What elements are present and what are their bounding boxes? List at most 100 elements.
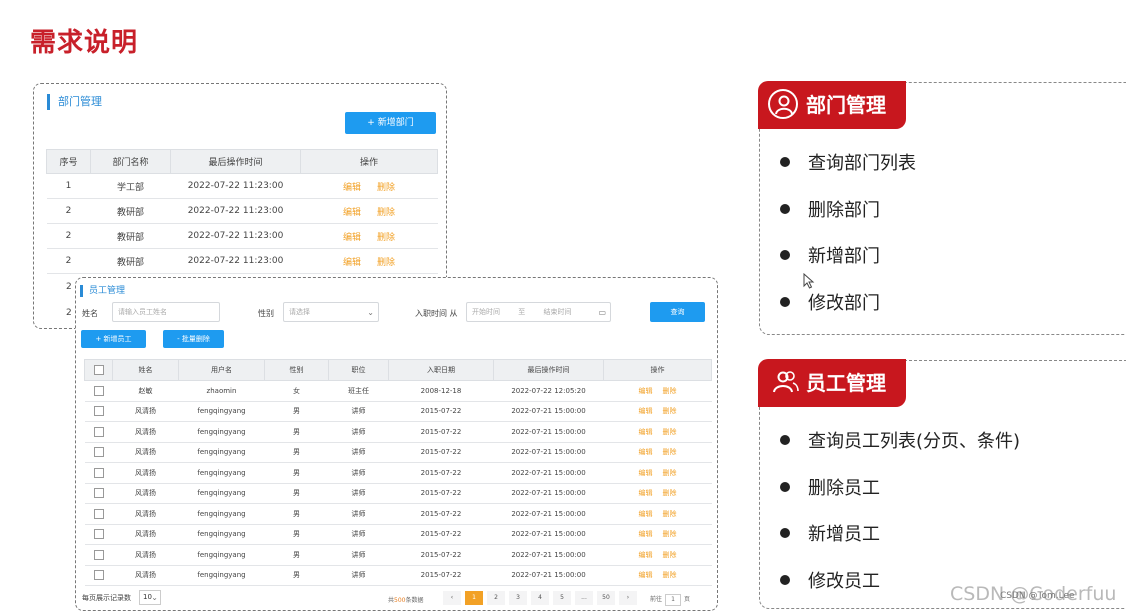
edit-link[interactable]: 编辑 [639, 469, 653, 477]
page-button[interactable]: 1 [465, 591, 483, 605]
chevron-down-icon: ⌄ [151, 593, 158, 602]
delete-link[interactable]: 删除 [663, 571, 677, 579]
edit-link[interactable]: 编辑 [639, 489, 653, 497]
edit-link[interactable]: 编辑 [639, 510, 653, 518]
page-button[interactable]: 3 [509, 591, 527, 605]
edit-link[interactable]: 编辑 [639, 407, 653, 415]
dept-no: 2 [46, 198, 91, 224]
edit-link[interactable]: 编辑 [343, 208, 361, 218]
emp-position: 班主任 [328, 380, 389, 402]
row-checkbox[interactable] [93, 488, 104, 499]
emp-position: 讲师 [328, 442, 389, 463]
emp-gender: 女 [264, 380, 329, 402]
edit-link[interactable]: 编辑 [343, 233, 361, 243]
table-row: 风清扬 fengqingyang 男讲师 2015-07-22 2022-07-21 1… [84, 544, 712, 566]
edit-link[interactable]: 编辑 [639, 571, 653, 579]
list-item: 查询员工列表(分页、条件) [780, 427, 1020, 474]
entry-date-range-input[interactable]: 开始时间 至 结束时间 ▭ [466, 302, 611, 322]
row-checkbox[interactable] [93, 426, 104, 437]
page-button[interactable]: ‹ [443, 591, 461, 605]
emp-position: 讲师 [328, 544, 389, 566]
emp-name: 风清扬 [112, 462, 179, 484]
dept-time: 2022-07-22 11:23:00 [170, 198, 301, 224]
emp-position: 讲师 [328, 401, 389, 422]
delete-link[interactable]: 删除 [663, 407, 677, 415]
total-count: 共500条数据 [388, 595, 423, 604]
edit-link[interactable]: 编辑 [343, 183, 361, 193]
delete-link[interactable]: 删除 [663, 469, 677, 477]
row-select [84, 462, 113, 484]
page-button[interactable]: 2 [487, 591, 505, 605]
table-row: 风清扬 fengqingyang 男讲师 2015-07-22 2022-07-21 1… [84, 503, 712, 525]
row-checkbox[interactable] [93, 549, 104, 560]
gender-select[interactable]: 请选择 ⌄ [283, 302, 379, 322]
emp-entry-date: 2015-07-22 [388, 442, 494, 463]
delete-link[interactable]: 删除 [663, 387, 677, 395]
column-header: 最后操作时间 [493, 359, 604, 381]
row-checkbox[interactable] [93, 529, 104, 540]
delete-link[interactable]: 删除 [663, 530, 677, 538]
goto-suffix: 页 [684, 596, 691, 603]
row-checkbox[interactable] [93, 385, 104, 396]
emp-time: 2022-07-21 15:00:00 [493, 565, 604, 586]
watermark-small: CSDN @Tom.Lee [1000, 591, 1075, 601]
delete-link[interactable]: 删除 [377, 258, 395, 268]
delete-link[interactable]: 删除 [663, 448, 677, 456]
emp-entry-date: 2015-07-22 [388, 544, 494, 566]
add-department-button[interactable]: + 新增部门 [345, 112, 436, 134]
total-number: 500 [394, 597, 406, 604]
emp-username: fengqingyang [178, 524, 265, 545]
delete-link[interactable]: 删除 [377, 208, 395, 218]
column-header: 序号 [46, 149, 91, 174]
delete-link[interactable]: 删除 [377, 233, 395, 243]
column-header: 操作 [603, 359, 712, 381]
row-checkbox[interactable] [93, 406, 104, 417]
page-button[interactable]: ... [575, 591, 593, 605]
table-row: 风清扬 fengqingyang 男讲师 2015-07-22 2022-07-21 1… [84, 421, 712, 443]
page-button[interactable]: › [619, 591, 637, 605]
delete-link[interactable]: 删除 [377, 183, 395, 193]
row-checkbox[interactable] [93, 570, 104, 581]
edit-link[interactable]: 编辑 [639, 428, 653, 436]
table-row: 1 学工部 2022-07-22 11:23:00 编辑 删除 [46, 173, 438, 199]
emp-position: 讲师 [328, 421, 389, 443]
edit-link[interactable]: 编辑 [639, 530, 653, 538]
dept-actions: 编辑 删除 [300, 173, 438, 199]
name-search-input[interactable]: 请输入员工姓名 [112, 302, 220, 322]
edit-link[interactable]: 编辑 [639, 448, 653, 456]
add-employee-button[interactable]: + 新增员工 [81, 330, 146, 348]
page-button[interactable]: 50 [597, 591, 615, 605]
emp-name: 赵敏 [112, 380, 179, 402]
emp-time: 2022-07-21 15:00:00 [493, 544, 604, 566]
column-header: 入职日期 [388, 359, 494, 381]
dept-panel-title: 部门管理 [47, 94, 102, 110]
page-button[interactable]: 4 [531, 591, 549, 605]
delete-link[interactable]: 删除 [663, 489, 677, 497]
emp-entry-date: 2015-07-22 [388, 462, 494, 484]
delete-link[interactable]: 删除 [663, 510, 677, 518]
employee-requirements-card: 员工管理 查询员工列表(分页、条件) 删除员工 新增员工 修改员工 [758, 359, 1126, 609]
row-checkbox[interactable] [93, 447, 104, 458]
goto-page-input[interactable]: 1 [665, 594, 682, 606]
batch-delete-button[interactable]: - 批量删除 [163, 330, 224, 348]
table-row: 赵敏 zhaomin 女班主任 2008-12-18 2022-07-22 12:05:… [84, 380, 712, 402]
edit-link[interactable]: 编辑 [343, 258, 361, 268]
page-size-select[interactable]: 10 ⌄ [139, 590, 161, 605]
query-button[interactable]: 查询 [650, 302, 705, 322]
dept-time: 2022-07-22 11:23:00 [170, 248, 301, 274]
delete-link[interactable]: 删除 [663, 551, 677, 559]
edit-link[interactable]: 编辑 [639, 387, 653, 395]
pagination: ‹ 1 2 3 4 5... 50 › [443, 591, 637, 605]
row-checkbox[interactable] [93, 467, 104, 478]
column-header: 性别 [264, 359, 329, 381]
dept-name: 教研部 [90, 248, 171, 274]
page-button[interactable]: 5 [553, 591, 571, 605]
department-card-title: 部门管理 [806, 93, 886, 117]
emp-gender: 男 [264, 503, 329, 525]
emp-entry-date: 2015-07-22 [388, 421, 494, 443]
select-all-checkbox[interactable] [93, 365, 104, 375]
delete-link[interactable]: 删除 [663, 428, 677, 436]
edit-link[interactable]: 编辑 [639, 551, 653, 559]
row-checkbox[interactable] [93, 508, 104, 519]
calendar-icon: ▭ [598, 308, 606, 317]
